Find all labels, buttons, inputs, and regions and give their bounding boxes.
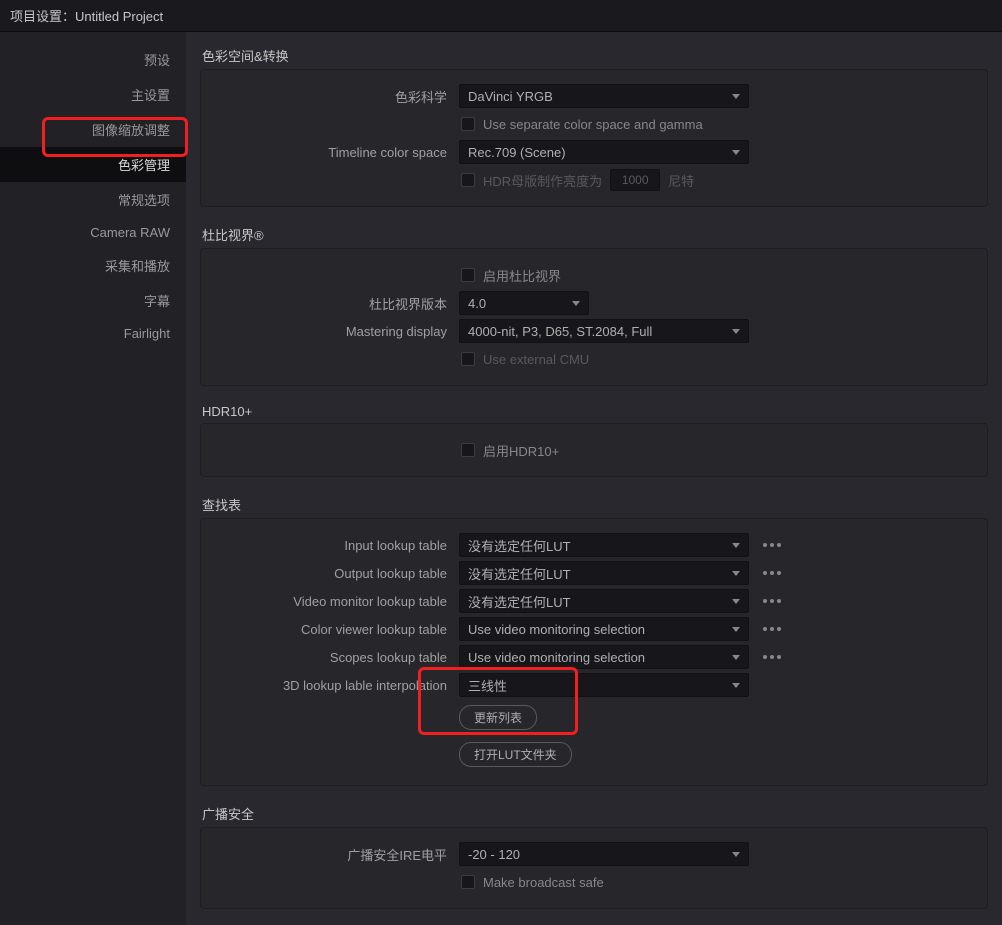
label-make-safe: Make broadcast safe bbox=[483, 875, 604, 890]
refresh-list-button[interactable]: 更新列表 bbox=[459, 705, 537, 730]
more-input-lut[interactable] bbox=[763, 543, 781, 547]
checkbox-enable-hdr10[interactable] bbox=[461, 443, 475, 457]
sidebar-item-capture-playback[interactable]: 采集和播放 bbox=[0, 248, 186, 283]
sidebar-item-camera-raw[interactable]: Camera RAW bbox=[0, 217, 186, 248]
select-ire[interactable]: -20 - 120 bbox=[459, 842, 749, 866]
label-enable-hdr10: 启用HDR10+ bbox=[483, 441, 559, 460]
section-broadcast: 广播安全IRE电平 -20 - 120 Make broadcast safe bbox=[200, 827, 988, 909]
label-enable-dolby: 启用杜比视界 bbox=[483, 266, 561, 285]
select-output-lut[interactable]: 没有选定任何LUT bbox=[459, 561, 749, 585]
label-scopes-lut: Scopes lookup table bbox=[211, 650, 459, 665]
checkbox-hdr-master[interactable] bbox=[461, 173, 475, 187]
select-3d-interp[interactable]: 三线性 bbox=[459, 673, 749, 697]
checkbox-separate-color[interactable] bbox=[461, 117, 475, 131]
section-dolby: 启用杜比视界 杜比视界版本 4.0 Mastering display 4000… bbox=[200, 248, 988, 386]
sidebar-item-main-settings[interactable]: 主设置 bbox=[0, 77, 186, 112]
section-title-lut: 查找表 bbox=[202, 495, 988, 514]
more-scopes-lut[interactable] bbox=[763, 655, 781, 659]
select-dolby-version[interactable]: 4.0 bbox=[459, 291, 589, 315]
open-lut-folder-button[interactable]: 打开LUT文件夹 bbox=[459, 742, 572, 767]
label-nits-unit: 尼特 bbox=[668, 171, 694, 190]
checkbox-external-cmu[interactable] bbox=[461, 352, 475, 366]
section-lut: Input lookup table 没有选定任何LUT Output look… bbox=[200, 518, 988, 786]
label-input-lut: Input lookup table bbox=[211, 538, 459, 553]
label-output-lut: Output lookup table bbox=[211, 566, 459, 581]
select-timeline-cs[interactable]: Rec.709 (Scene) bbox=[459, 140, 749, 164]
section-hdr10: 启用HDR10+ bbox=[200, 423, 988, 477]
label-video-monitor-lut: Video monitor lookup table bbox=[211, 594, 459, 609]
sidebar-item-image-scaling[interactable]: 图像缩放调整 bbox=[0, 112, 186, 147]
main-panel: 色彩空间&转换 色彩科学 DaVinci YRGB Use separate c… bbox=[186, 32, 1002, 925]
section-title-colorspace: 色彩空间&转换 bbox=[202, 46, 988, 65]
select-video-monitor-lut[interactable]: 没有选定任何LUT bbox=[459, 589, 749, 613]
label-external-cmu: Use external CMU bbox=[483, 352, 589, 367]
sidebar-item-general[interactable]: 常规选项 bbox=[0, 182, 186, 217]
sidebar-item-preset[interactable]: 预设 bbox=[0, 42, 186, 77]
more-color-viewer-lut[interactable] bbox=[763, 627, 781, 631]
label-hdr-master: HDR母版制作亮度为 bbox=[483, 171, 602, 190]
section-title-hdr10: HDR10+ bbox=[202, 404, 988, 419]
label-mastering-display: Mastering display bbox=[211, 324, 459, 339]
more-output-lut[interactable] bbox=[763, 571, 781, 575]
label-color-viewer-lut: Color viewer lookup table bbox=[211, 622, 459, 637]
input-hdr-nits[interactable] bbox=[610, 169, 660, 191]
section-title-dolby: 杜比视界® bbox=[202, 225, 988, 244]
section-colorspace: 色彩科学 DaVinci YRGB Use separate color spa… bbox=[200, 69, 988, 207]
sidebar-item-fairlight[interactable]: Fairlight bbox=[0, 318, 186, 349]
select-color-viewer-lut[interactable]: Use video monitoring selection bbox=[459, 617, 749, 641]
title-bar: 项目设置：Untitled Project bbox=[0, 0, 1002, 32]
select-scopes-lut[interactable]: Use video monitoring selection bbox=[459, 645, 749, 669]
label-3d-interp: 3D lookup lable interpolation bbox=[211, 678, 459, 693]
checkbox-make-safe[interactable] bbox=[461, 875, 475, 889]
label-separate-color: Use separate color space and gamma bbox=[483, 117, 703, 132]
label-timeline-cs: Timeline color space bbox=[211, 145, 459, 160]
window-title: 项目设置：Untitled Project bbox=[10, 9, 163, 24]
label-ire: 广播安全IRE电平 bbox=[211, 845, 459, 864]
select-input-lut[interactable]: 没有选定任何LUT bbox=[459, 533, 749, 557]
select-mastering-display[interactable]: 4000-nit, P3, D65, ST.2084, Full bbox=[459, 319, 749, 343]
sidebar-item-color-management[interactable]: 色彩管理 bbox=[0, 147, 186, 182]
label-color-science: 色彩科学 bbox=[211, 87, 459, 106]
label-dolby-version: 杜比视界版本 bbox=[211, 294, 459, 313]
section-title-broadcast: 广播安全 bbox=[202, 804, 988, 823]
more-video-monitor-lut[interactable] bbox=[763, 599, 781, 603]
checkbox-enable-dolby[interactable] bbox=[461, 268, 475, 282]
sidebar: 预设 主设置 图像缩放调整 色彩管理 常规选项 Camera RAW 采集和播放… bbox=[0, 32, 186, 925]
sidebar-item-subtitles[interactable]: 字幕 bbox=[0, 283, 186, 318]
select-color-science[interactable]: DaVinci YRGB bbox=[459, 84, 749, 108]
